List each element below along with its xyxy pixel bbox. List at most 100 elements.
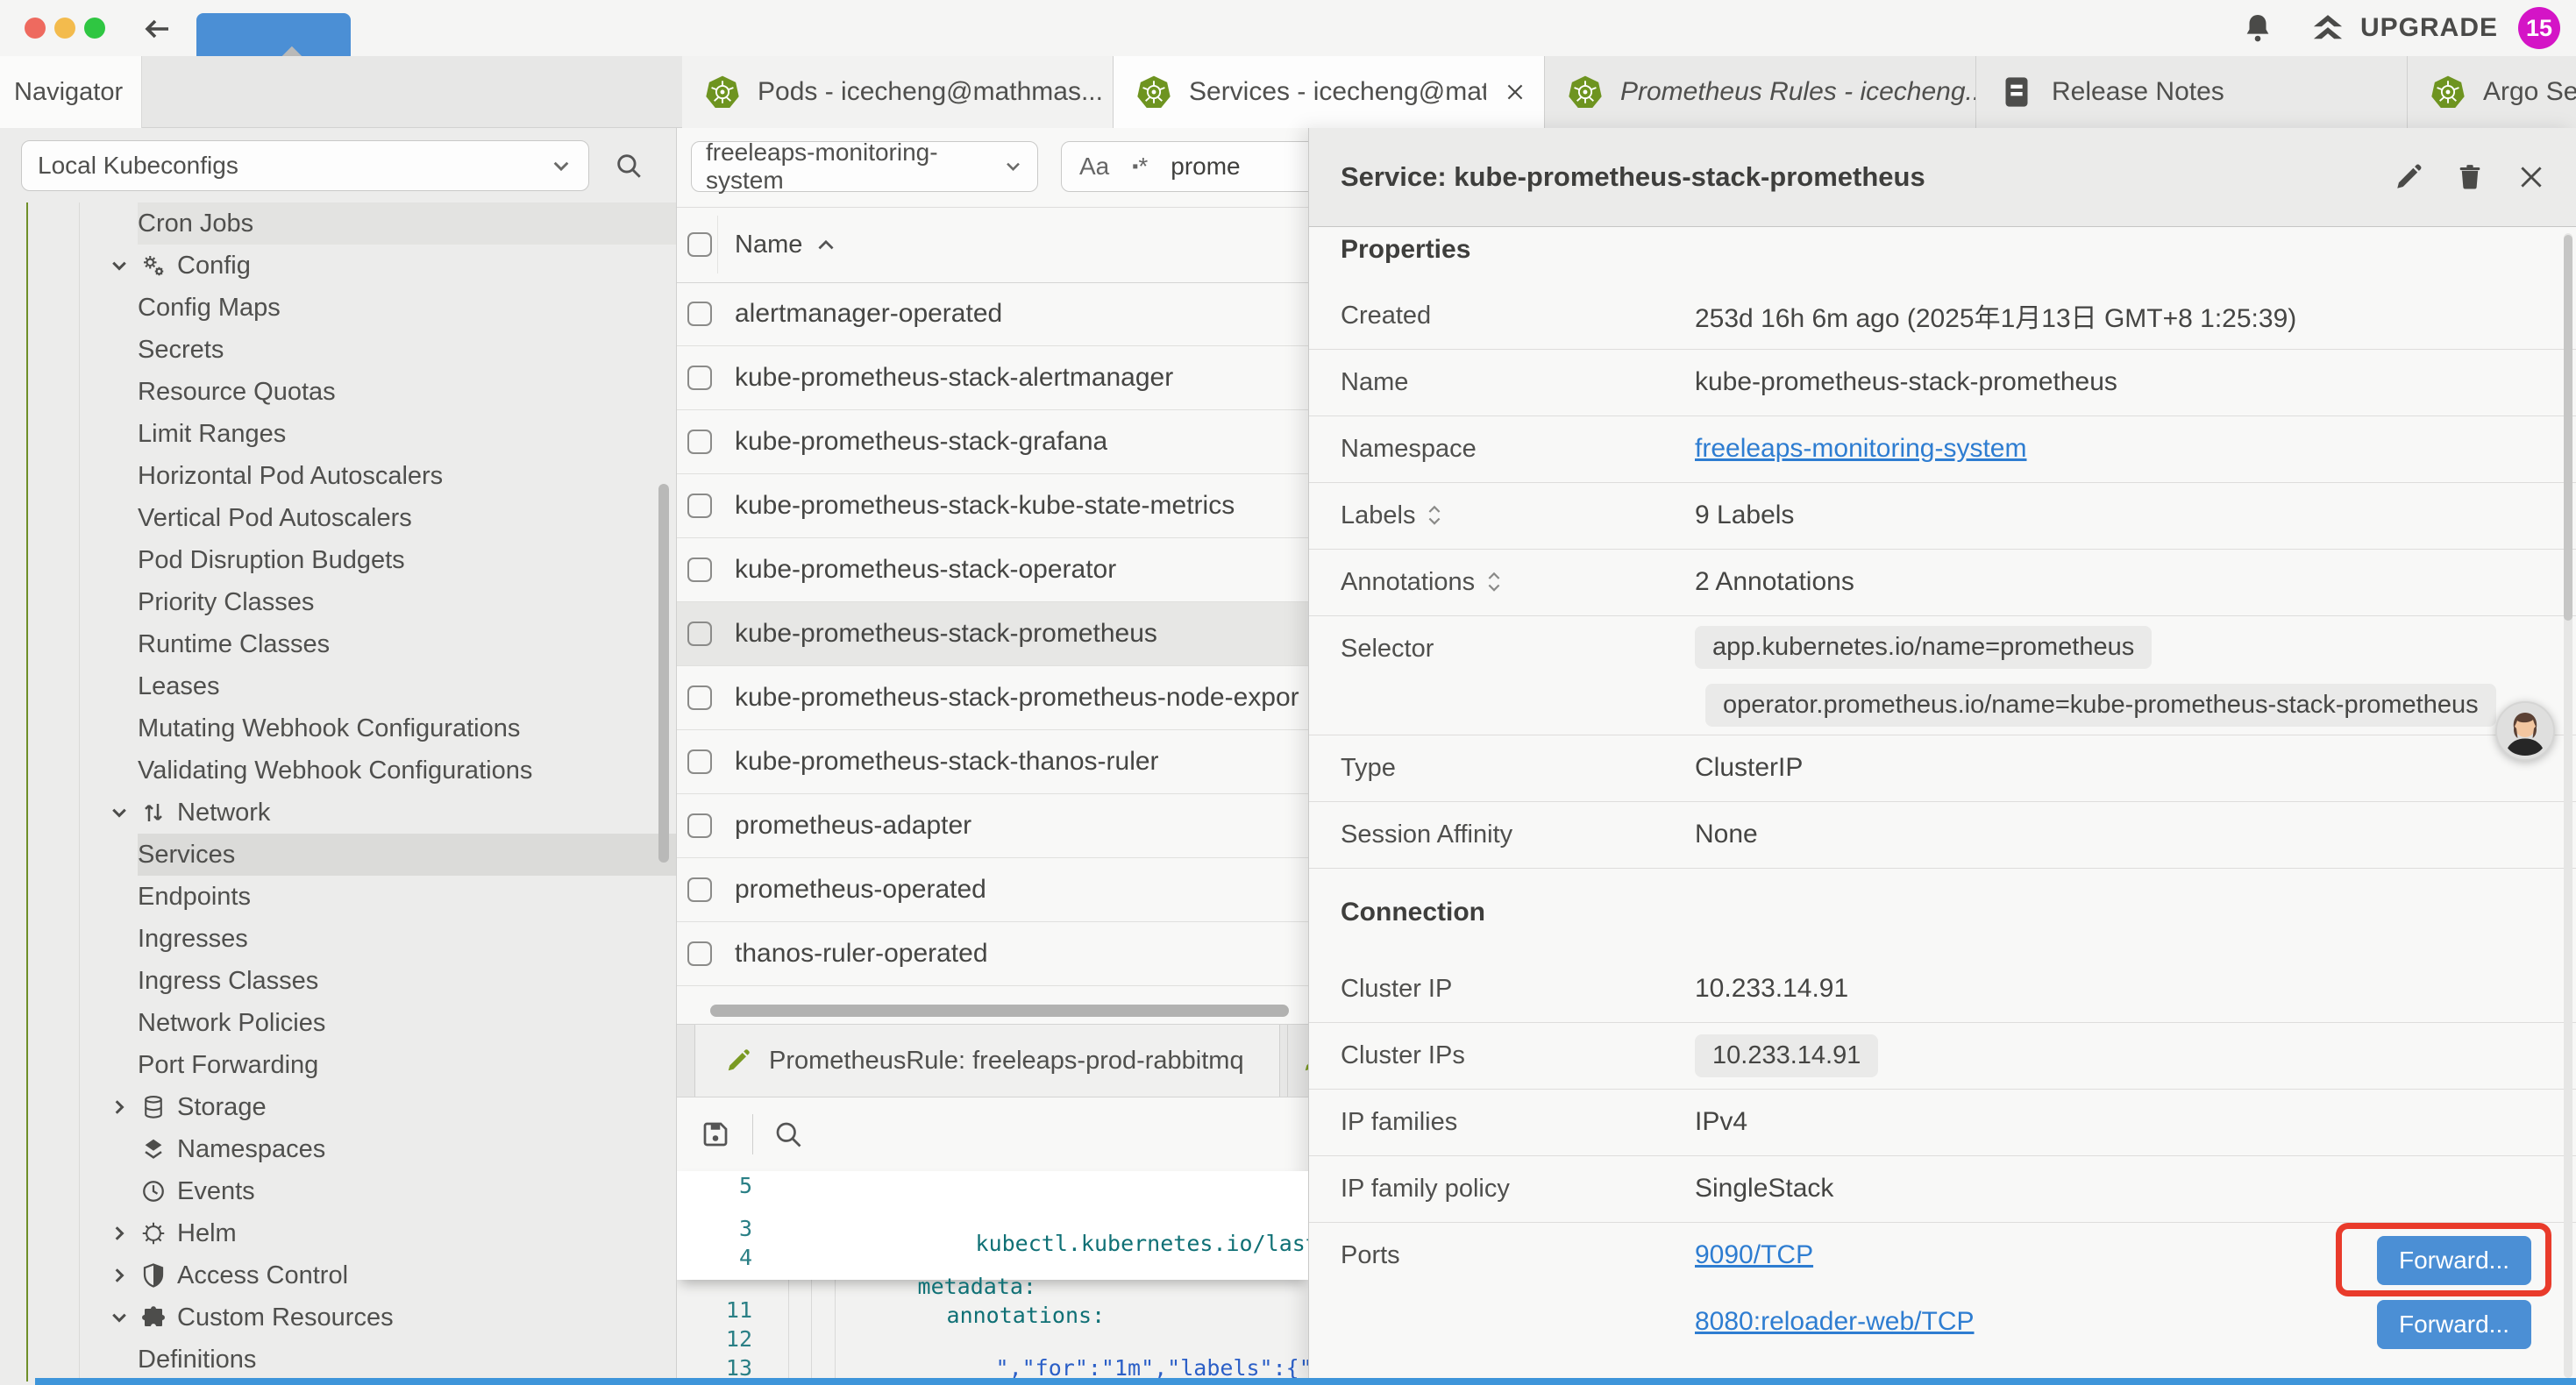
- sidebar-item[interactable]: Resource Quotas: [138, 371, 677, 413]
- row-checkbox[interactable]: [687, 941, 712, 966]
- name-column-header[interactable]: Name: [735, 231, 836, 259]
- table-row[interactable]: kube-prometheus-stack-prometheus: [677, 602, 1308, 666]
- drawer-scrollbar-thumb[interactable]: [2564, 235, 2572, 621]
- notification-count-badge[interactable]: 15: [2518, 7, 2560, 49]
- row-checkbox[interactable]: [687, 877, 712, 902]
- upgrade-button[interactable]: UPGRADE: [2309, 0, 2498, 56]
- row-checkbox[interactable]: [687, 813, 712, 838]
- sidebar-item[interactable]: Services: [138, 834, 677, 876]
- table-row[interactable]: kube-prometheus-stack-operator: [677, 538, 1308, 602]
- sidebar-item[interactable]: Endpoints: [138, 876, 677, 918]
- sidebar-item[interactable]: Helm: [109, 1212, 677, 1254]
- sidebar-item[interactable]: Horizontal Pod Autoscalers: [138, 455, 677, 497]
- kubeconfig-select[interactable]: Local Kubeconfigs: [21, 140, 589, 191]
- chevron-down-icon[interactable]: [109, 802, 140, 823]
- editor-tab[interactable]: PrometheusRule: freeleaps-prod-rabbitmq: [694, 1025, 1280, 1097]
- namespace-select[interactable]: freeleaps-monitoring-system: [691, 141, 1038, 192]
- chevron-down-icon[interactable]: [109, 255, 140, 276]
- namespace-link[interactable]: freeleaps-monitoring-system: [1695, 434, 2026, 464]
- table-row[interactable]: thanos-ruler-operated: [677, 922, 1308, 986]
- labels-expander-icon[interactable]: [1426, 503, 1443, 528]
- row-checkbox[interactable]: [687, 302, 712, 326]
- sidebar-item[interactable]: Access Control: [109, 1254, 677, 1296]
- gears-icon: [140, 252, 177, 279]
- editor-tab-partial[interactable]: [1287, 1025, 1308, 1097]
- sidebar-item[interactable]: Secrets: [138, 329, 677, 371]
- port-link[interactable]: 9090/TCP: [1695, 1240, 1813, 1270]
- horizontal-scrollbar[interactable]: [710, 1005, 1289, 1017]
- table-search-input[interactable]: Aa ▪* prome: [1061, 141, 1308, 192]
- forward-button[interactable]: Forward...: [2377, 1300, 2531, 1349]
- sidebar-item[interactable]: Ingresses: [138, 918, 677, 960]
- sidebar-item[interactable]: Vertical Pod Autoscalers: [138, 497, 677, 539]
- table-row[interactable]: kube-prometheus-stack-prometheus-node-ex…: [677, 666, 1308, 730]
- sidebar-item[interactable]: Limit Ranges: [138, 413, 677, 455]
- sidebar-item[interactable]: Events: [109, 1170, 677, 1212]
- sidebar-item[interactable]: Namespaces: [109, 1128, 677, 1170]
- chevron-right-icon[interactable]: [109, 1097, 140, 1118]
- back-button[interactable]: [142, 13, 174, 45]
- code-line[interactable]: 5 kubectl.kubernetes.io/last-applied-co: [677, 1171, 1308, 1200]
- forward-button[interactable]: [196, 13, 351, 62]
- row-checkbox[interactable]: [687, 558, 712, 582]
- sidebar-item[interactable]: Runtime Classes: [138, 623, 677, 665]
- sidebar-item[interactable]: Definitions: [138, 1339, 677, 1381]
- table-row[interactable]: kube-prometheus-stack-thanos-ruler: [677, 730, 1308, 794]
- minimize-window-button[interactable]: [54, 18, 75, 39]
- sidebar-item[interactable]: Pod Disruption Budgets: [138, 539, 677, 581]
- editor-search-button[interactable]: [772, 1119, 804, 1150]
- yaml-editor[interactable]: 11 ","for":"1m","labels":{"service": 12 …: [677, 1171, 1308, 1378]
- chevron-right-icon[interactable]: [109, 1223, 140, 1244]
- sidebar-item[interactable]: Port Forwarding: [138, 1044, 677, 1086]
- sidebar-item[interactable]: Leases: [138, 665, 677, 707]
- port-link[interactable]: 8080:reloader-web/TCP: [1695, 1307, 1975, 1337]
- table-row[interactable]: kube-prometheus-stack-grafana: [677, 410, 1308, 474]
- sidebar-item[interactable]: Config: [109, 245, 677, 287]
- table-row[interactable]: alertmanager-operated: [677, 282, 1308, 346]
- regex-toggle[interactable]: ▪*: [1132, 153, 1148, 181]
- close-drawer-button[interactable]: [2516, 162, 2546, 192]
- row-checkbox[interactable]: [687, 685, 712, 710]
- save-button[interactable]: [700, 1119, 731, 1150]
- sidebar-item[interactable]: Validating Webhook Configurations: [138, 749, 677, 792]
- tab[interactable]: Services - icecheng@math...: [1114, 56, 1545, 128]
- close-window-button[interactable]: [25, 18, 46, 39]
- sidebar-item[interactable]: Cron Jobs: [138, 202, 677, 245]
- sidebar-scrollbar[interactable]: [658, 484, 669, 863]
- annotations-expander-icon[interactable]: [1485, 570, 1503, 594]
- row-checkbox[interactable]: [687, 494, 712, 518]
- sidebar-search-icon[interactable]: [614, 151, 644, 181]
- sidebar-item[interactable]: Priority Classes: [138, 581, 677, 623]
- zoom-window-button[interactable]: [84, 18, 105, 39]
- row-checkbox[interactable]: [687, 430, 712, 454]
- match-case-toggle[interactable]: Aa: [1079, 153, 1109, 181]
- row-checkbox[interactable]: [687, 366, 712, 390]
- sidebar-item[interactable]: Network: [109, 792, 677, 834]
- select-all-checkbox[interactable]: [687, 232, 712, 257]
- sidebar-item[interactable]: Storage: [109, 1086, 677, 1128]
- user-avatar[interactable]: [2495, 701, 2555, 761]
- table-row[interactable]: kube-prometheus-stack-alertmanager: [677, 346, 1308, 410]
- sidebar-item[interactable]: Custom Resources: [109, 1296, 677, 1339]
- tab-close-icon[interactable]: [1504, 81, 1526, 103]
- table-row[interactable]: prometheus-adapter: [677, 794, 1308, 858]
- notifications-bell-icon[interactable]: [2241, 11, 2274, 45]
- sidebar-item[interactable]: Ingress Classes: [138, 960, 677, 1002]
- tab[interactable]: Release Notes: [1976, 56, 2408, 128]
- navigator-tab[interactable]: Navigator: [0, 56, 142, 128]
- session-affinity-label: Session Affinity: [1341, 801, 1512, 868]
- row-checkbox[interactable]: [687, 621, 712, 646]
- chevron-right-icon[interactable]: [109, 1265, 140, 1286]
- sidebar-item[interactable]: Network Policies: [138, 1002, 677, 1044]
- table-row[interactable]: kube-prometheus-stack-kube-state-metrics: [677, 474, 1308, 538]
- delete-button[interactable]: [2455, 162, 2485, 192]
- tab[interactable]: Argo Se: [2408, 56, 2576, 128]
- sidebar-item[interactable]: Mutating Webhook Configurations: [138, 707, 677, 749]
- tab[interactable]: Pods - icecheng@mathmas...: [682, 56, 1114, 128]
- table-row[interactable]: prometheus-operated: [677, 858, 1308, 922]
- chevron-down-icon[interactable]: [109, 1307, 140, 1328]
- tab[interactable]: Prometheus Rules - icecheng...: [1545, 56, 1976, 128]
- edit-button[interactable]: [2394, 162, 2423, 192]
- sidebar-item[interactable]: Config Maps: [138, 287, 677, 329]
- row-checkbox[interactable]: [687, 749, 712, 774]
